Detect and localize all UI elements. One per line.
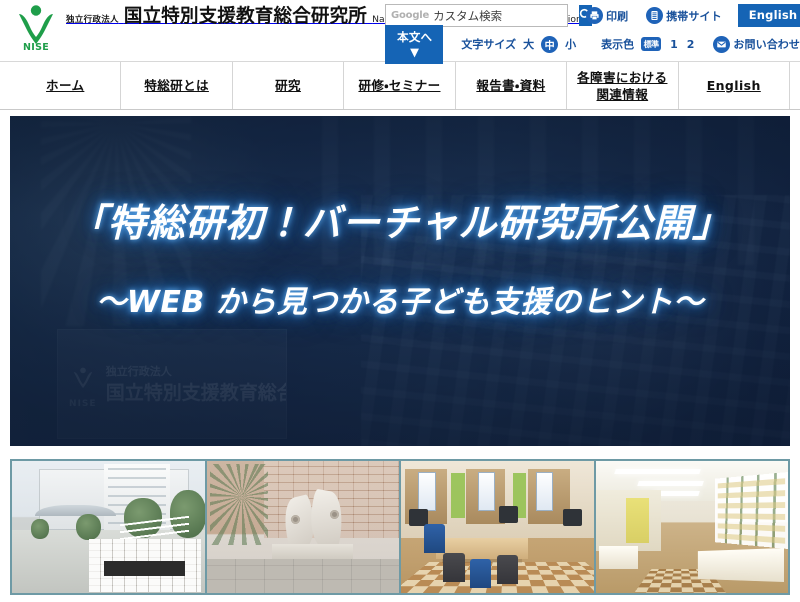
room-green-panel-a — [451, 472, 465, 518]
contact-label: お問い合わせ — [733, 38, 800, 51]
room-chair-a — [443, 553, 465, 583]
monument-paving — [206, 558, 399, 593]
room-chair-b — [470, 558, 492, 588]
hero-subtitle: 〜WEB から見つかる子ども支援のヒント〜 — [96, 285, 704, 320]
monument-tree — [210, 463, 269, 546]
header-utility-row-top: Google カスタム検索 印刷 携帯サイト English — [385, 4, 800, 27]
entrance-canopy — [35, 504, 116, 517]
room-chair-d — [424, 524, 446, 554]
display-color-label: 表示色 — [601, 38, 635, 51]
room-monitor-b — [499, 505, 519, 524]
thumbnail-campus-entrance[interactable] — [12, 461, 207, 593]
hero-banner[interactable]: NISE 独立行政法人 国立特別支援教育総合研究所 「特総研初！バーチャル研究所… — [10, 116, 790, 446]
nav-right-spacer — [790, 62, 800, 109]
text-size-option-large[interactable]: 大 — [523, 36, 534, 52]
room-monitor-a — [408, 508, 428, 526]
entrance-name-plate — [104, 561, 186, 576]
nav-item-disability-info-line1: 各障害における — [577, 69, 668, 85]
main-navigation: ホーム 特総研とは 研究 研修・セミナー 報告書・資料 各障害における 関連情報… — [0, 62, 800, 110]
display-color-option-standard[interactable]: 標準 — [641, 37, 662, 51]
text-size-control: 文字サイズ 大 中 小 — [461, 35, 583, 53]
page-root: NISE 独立行政法人 国立特別支援教育総合研究所 National Insti… — [0, 0, 800, 602]
contact-link[interactable]: お問い合わせ — [713, 35, 800, 53]
text-size-option-small[interactable]: 小 — [565, 36, 576, 52]
entrance-shrub-a — [75, 513, 101, 541]
nav-left-spacer — [0, 62, 10, 109]
nav-item-disability-info[interactable]: 各障害における 関連情報 — [567, 62, 679, 109]
display-color-option-1[interactable]: 1 — [670, 38, 678, 51]
nav-item-home[interactable]: ホーム — [10, 62, 122, 109]
nav-item-research[interactable]: 研究 — [233, 62, 345, 109]
mobile-site-label: 携帯サイト — [666, 9, 722, 23]
thumbnail-display-corridor[interactable] — [595, 461, 788, 593]
text-size-label: 文字サイズ — [461, 38, 517, 51]
nav-item-reports-materials[interactable]: 報告書・資料 — [456, 62, 568, 109]
corridor-light-b — [636, 480, 705, 487]
mobile-site-link[interactable]: 携帯サイト — [646, 7, 722, 24]
print-label: 印刷 — [606, 9, 629, 23]
display-color-option-2[interactable]: 2 — [687, 38, 695, 51]
corridor-counter-right — [698, 548, 785, 583]
facility-photo-strip — [10, 459, 790, 595]
svg-text:NISE: NISE — [23, 42, 49, 51]
room-poster-c — [535, 471, 554, 512]
hero-title: 「特総研初！バーチャル研究所公開」 — [68, 201, 732, 245]
room-monitor-c — [562, 508, 582, 526]
hero-text-block: 「特総研初！バーチャル研究所公開」 〜WEB から見つかる子ども支援のヒント〜 — [10, 116, 790, 446]
corridor-door — [626, 497, 650, 543]
nise-logo-mark: NISE — [10, 3, 62, 51]
room-poster-a — [418, 471, 436, 512]
text-size-option-medium[interactable]: 中 — [541, 35, 559, 53]
corridor-light-a — [613, 468, 701, 475]
english-button[interactable]: English — [737, 4, 800, 27]
room-chair-c — [497, 554, 519, 584]
mobile-site-icon — [646, 7, 664, 24]
mail-icon — [713, 35, 731, 53]
google-label: Google — [391, 10, 430, 21]
monument-inlay-right — [329, 510, 339, 520]
skip-to-content-button[interactable]: 本文へ▼ — [385, 24, 444, 64]
display-color-control: 表示色 標準 1 2 — [601, 36, 703, 52]
logo-sub-line: 独立行政法人 — [66, 15, 119, 25]
corridor-counter-left — [599, 545, 638, 570]
header-utility-row-bottom: 本文へ▼ 文字サイズ 大 中 小 表示色 標準 1 2 お問い合わせ — [385, 24, 800, 64]
nav-item-training-seminar[interactable]: 研修・セミナー — [344, 62, 456, 109]
nav-item-about[interactable]: 特総研とは — [121, 62, 233, 109]
printer-icon — [586, 7, 603, 24]
thumbnail-stone-monument[interactable] — [206, 461, 401, 593]
search-input[interactable] — [433, 5, 580, 26]
site-header: NISE 独立行政法人 国立特別支援教育総合研究所 National Insti… — [0, 0, 800, 64]
entrance-shrub-d — [31, 519, 49, 539]
print-link[interactable]: 印刷 — [586, 7, 628, 24]
room-poster-b — [478, 471, 496, 512]
nav-item-disability-info-line2: 関連情報 — [596, 86, 649, 102]
thumbnail-resource-room[interactable] — [401, 461, 596, 593]
corridor-board-contents — [717, 476, 785, 544]
logo-main-line: 国立特別支援教育総合研究所 — [123, 6, 368, 27]
corridor-display-boards — [714, 471, 788, 549]
nav-item-english[interactable]: English — [679, 62, 790, 109]
